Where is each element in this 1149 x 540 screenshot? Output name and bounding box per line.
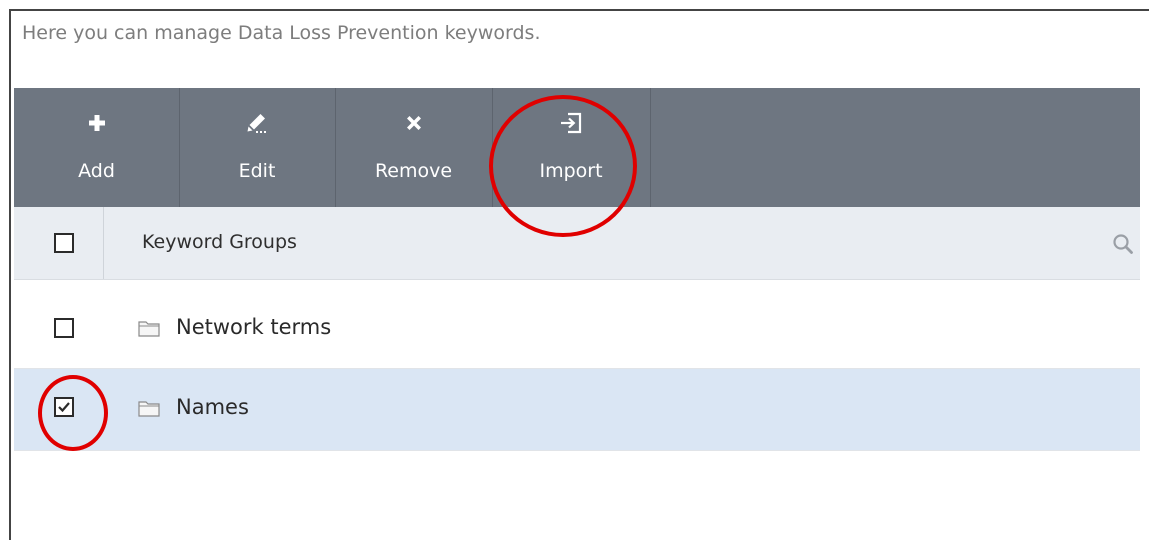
row-label: Network terms [176, 315, 332, 339]
page-description: Here you can manage Data Loss Prevention… [22, 22, 541, 44]
remove-button[interactable]: Remove [335, 88, 493, 207]
table-header: Keyword Groups [14, 207, 1140, 280]
pencil-icon [179, 110, 335, 136]
table-row[interactable]: Network terms [14, 287, 1140, 369]
import-button-label: Import [539, 160, 603, 182]
import-button[interactable]: Import [492, 88, 651, 207]
row-label: Names [176, 395, 249, 419]
table-row-selected[interactable]: Names [14, 369, 1140, 451]
column-header-keyword-groups[interactable]: Keyword Groups [142, 231, 297, 253]
select-all-checkbox[interactable] [54, 233, 74, 253]
folder-icon [138, 399, 160, 421]
checkmark-icon [58, 402, 70, 413]
add-button-label: Add [78, 160, 115, 182]
row-checkbox[interactable] [54, 318, 74, 338]
select-all-cell [14, 207, 104, 279]
edit-button-label: Edit [238, 160, 276, 182]
toolbar: Add Edit Remove Import [14, 88, 1140, 207]
row-checkbox-checked[interactable] [54, 397, 74, 417]
import-icon [492, 110, 650, 136]
x-icon [335, 110, 492, 136]
search-icon[interactable] [1112, 233, 1134, 259]
plus-icon [14, 110, 179, 136]
add-button[interactable]: Add [14, 88, 180, 207]
edit-button[interactable]: Edit [179, 88, 336, 207]
remove-button-label: Remove [374, 160, 453, 182]
folder-icon [138, 319, 160, 341]
